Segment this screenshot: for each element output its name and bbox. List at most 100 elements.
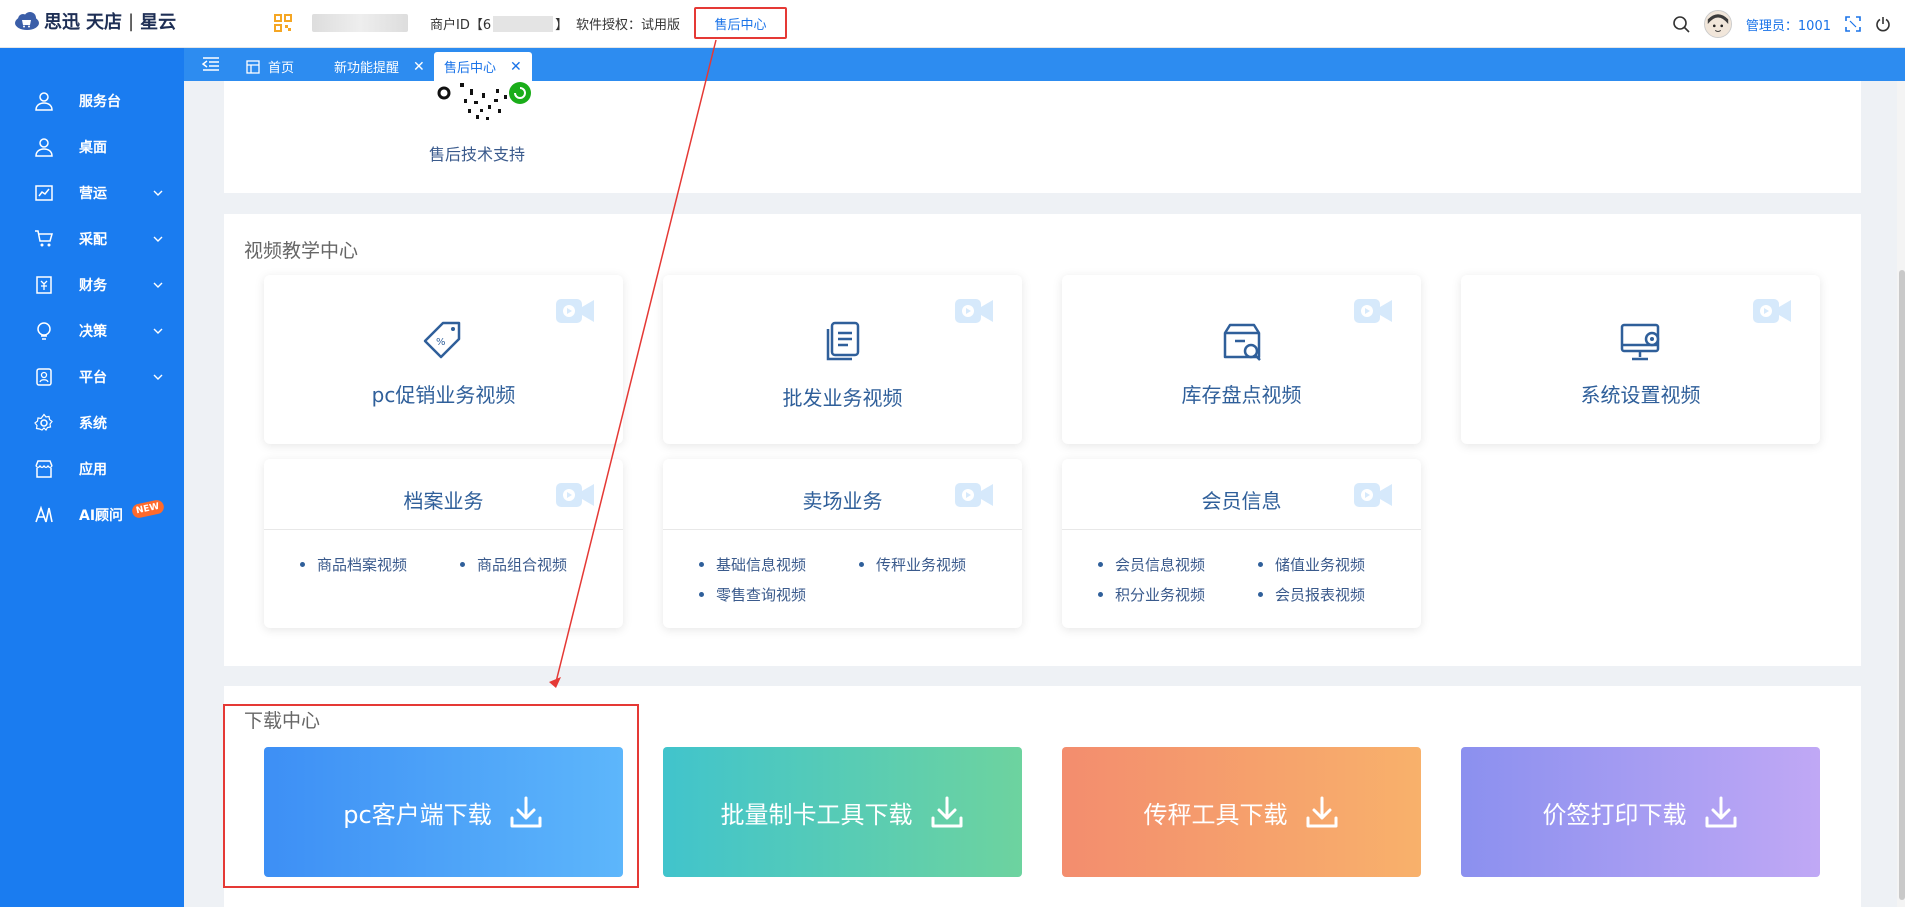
chevron-down-icon [153, 328, 163, 334]
sidebar-item-label: 平台 [79, 370, 107, 386]
sidebar-item-ai-advisor[interactable]: AI顾问 NEW [0, 495, 184, 535]
sidebar-item-finance[interactable]: 财务 [0, 265, 184, 305]
card-divider [264, 529, 623, 530]
merchant-id-mask [493, 15, 554, 32]
tab-label: 新功能提醒 [334, 61, 400, 76]
scale-tool-download-button[interactable]: 传秤工具下载 [1062, 747, 1421, 877]
tab-new-features[interactable]: 新功能提醒 ✕ [324, 52, 435, 81]
chart-icon [35, 185, 53, 201]
search-icon[interactable] [1672, 15, 1690, 33]
ai-icon [35, 505, 53, 523]
video-card-system-settings[interactable]: 系统设置视频 [1461, 275, 1820, 444]
video-list-card-archives: 档案业务 商品档案视频 商品组合视频 [264, 459, 623, 628]
sidebar-item-apps[interactable]: 应用 [0, 449, 184, 489]
video-list-card-title: 卖场业务 [802, 489, 883, 513]
monitor-gear-icon [1620, 323, 1659, 361]
video-camera-icon [955, 299, 993, 323]
finance-icon [36, 276, 52, 294]
user-icon [35, 138, 53, 157]
tab-home[interactable]: 首页 [236, 52, 304, 81]
video-link[interactable]: 零售查询视频 [699, 584, 806, 605]
sidebar-item-platform[interactable]: 平台 [0, 357, 184, 397]
chevron-down-icon [153, 374, 163, 380]
sidebar-item-label: 服务台 [79, 94, 121, 110]
sidebar-item-purchasing[interactable]: 采配 [0, 219, 184, 259]
video-link[interactable]: 商品档案视频 [300, 554, 407, 575]
download-label: 价签打印下载 [1542, 800, 1687, 829]
fullscreen-icon[interactable] [1845, 16, 1861, 32]
avatar[interactable] [1703, 10, 1732, 38]
inventory-box-icon [1223, 323, 1261, 361]
video-link[interactable]: 传秤业务视频 [859, 554, 966, 575]
cart-icon [35, 230, 53, 247]
video-list-card-title: 会员信息 [1201, 489, 1282, 513]
merchant-id-prefix: 商户ID【6 [430, 18, 492, 33]
download-icon [931, 796, 962, 828]
video-list-card-member: 会员信息 会员信息视频 储值业务视频 积分业务视频 会员报表视频 [1062, 459, 1421, 628]
app-logo[interactable]: 思迅 天店 | 星云 [14, 9, 176, 33]
tab-label: 首页 [268, 61, 295, 76]
logo-separator: | [128, 10, 135, 32]
avatar-face-icon [1704, 11, 1731, 37]
download-label: 批量制卡工具下载 [720, 800, 913, 829]
chevron-down-icon [153, 236, 163, 242]
sidebar-item-label: 采配 [79, 232, 107, 248]
download-icon [1306, 796, 1337, 828]
video-camera-icon [556, 299, 594, 323]
video-link[interactable]: 储值业务视频 [1258, 554, 1365, 575]
card-divider [1062, 529, 1421, 530]
admin-label[interactable]: 管理员：1001 [1746, 15, 1831, 34]
menu-collapse-icon[interactable] [202, 56, 220, 72]
sidebar-item-decision[interactable]: 决策 [0, 311, 184, 351]
close-icon[interactable]: ✕ [510, 59, 522, 75]
video-card-pc-promo[interactable]: % pc促销业务视频 [264, 275, 623, 444]
download-icon [1705, 796, 1736, 828]
video-list-card-title: 档案业务 [403, 489, 484, 513]
video-link[interactable]: 会员报表视频 [1258, 584, 1365, 605]
video-link[interactable]: 会员信息视频 [1098, 554, 1205, 575]
video-card-inventory[interactable]: 库存盘点视频 [1062, 275, 1421, 444]
sidebar-item-label: 财务 [79, 278, 107, 294]
video-card-wholesale[interactable]: 批发业务视频 [663, 275, 1022, 444]
video-list-card-store: 卖场业务 基础信息视频 传秤业务视频 零售查询视频 [663, 459, 1022, 628]
scrollbar-thumb[interactable] [1899, 270, 1905, 900]
qr-code-icon[interactable] [274, 14, 292, 32]
platform-icon [36, 368, 52, 386]
blurred-store-name [312, 14, 408, 32]
promo-tag-icon: % [423, 321, 460, 359]
merchant-id-suffix: 】 [555, 18, 569, 33]
logo-brand: 思迅 [44, 12, 80, 33]
user-icon [35, 92, 53, 111]
wechat-qr-code [437, 82, 531, 120]
video-camera-icon [1354, 299, 1392, 323]
video-center-panel: 视频教学中心 % pc促销业务视频 批发业务视频 库存盘点视频 系统设置视频 档… [224, 214, 1861, 666]
sidebar-item-label: AI顾问 [79, 508, 124, 524]
sidebar-item-label: 桌面 [79, 140, 107, 156]
after-sales-link[interactable]: 售后中心 [694, 7, 787, 39]
close-icon[interactable]: ✕ [413, 59, 425, 75]
sidebar-item-desktop[interactable]: 桌面 [0, 127, 184, 167]
logo-edition: 星云 [140, 12, 177, 33]
sidebar-item-label: 系统 [79, 416, 107, 432]
sidebar-item-operations[interactable]: 营运 [0, 173, 184, 213]
video-link[interactable]: 积分业务视频 [1098, 584, 1205, 605]
video-card-title: 系统设置视频 [1580, 383, 1701, 407]
bulb-icon [37, 322, 51, 340]
store-icon [35, 460, 53, 478]
price-tag-print-download-button[interactable]: 价签打印下载 [1461, 747, 1820, 877]
tab-bar: 首页 新功能提醒 ✕ 售后中心 ✕ [184, 48, 1905, 81]
sidebar-item-service-desk[interactable]: 服务台 [0, 81, 184, 121]
tab-after-sales[interactable]: 售后中心 ✕ [434, 52, 532, 81]
gear-icon [34, 413, 53, 431]
video-link[interactable]: 基础信息视频 [699, 554, 806, 575]
chevron-down-icon [153, 190, 163, 196]
batch-card-tool-download-button[interactable]: 批量制卡工具下载 [663, 747, 1022, 877]
chevron-down-icon [153, 282, 163, 288]
document-icon [826, 321, 859, 361]
new-badge: NEW [130, 498, 165, 520]
svg-text:%: % [436, 337, 446, 348]
sidebar-item-system[interactable]: 系统 [0, 403, 184, 443]
video-link[interactable]: 商品组合视频 [460, 554, 567, 575]
video-card-title: pc促销业务视频 [371, 383, 516, 407]
power-icon[interactable] [1875, 16, 1891, 32]
